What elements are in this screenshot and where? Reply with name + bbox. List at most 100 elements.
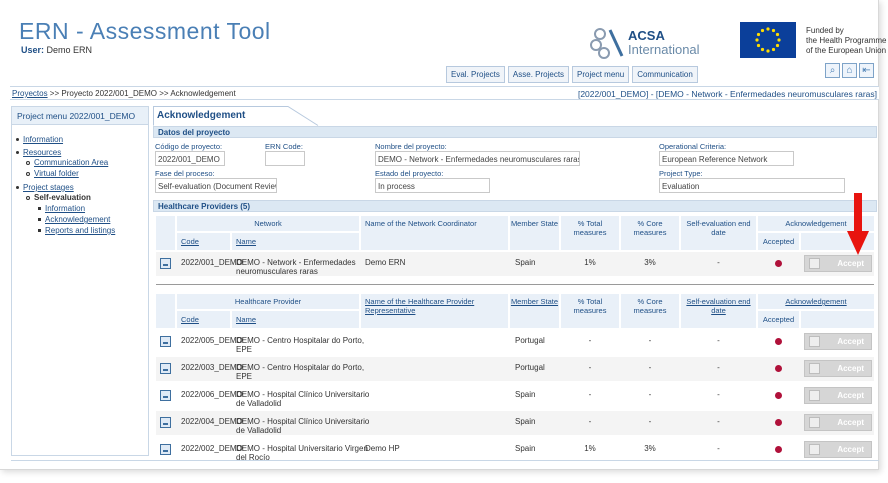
row-name-line: de Valladolid bbox=[236, 426, 282, 435]
accept-button[interactable]: Accept bbox=[804, 387, 872, 404]
search-icon[interactable]: ⌕ bbox=[825, 63, 840, 78]
document-icon[interactable] bbox=[160, 258, 171, 269]
row-name: DEMO - Hospital Clínico Universitario de … bbox=[236, 390, 369, 408]
end-date-header-label: Self-evaluation end date bbox=[686, 297, 751, 315]
logout-icon[interactable]: ⇤ bbox=[859, 63, 874, 78]
document-icon[interactable] bbox=[160, 417, 171, 428]
code-column-header[interactable]: Code bbox=[177, 311, 230, 328]
sidebar-item-self-evaluation: Self-evaluation bbox=[34, 193, 91, 202]
table-row: 2022/006_DEMO DEMO - Hospital Clínico Uni… bbox=[156, 384, 874, 408]
row-coordinator: Demo ERN bbox=[365, 258, 406, 267]
type-label: Project Type: bbox=[659, 169, 703, 178]
document-icon[interactable] bbox=[160, 363, 171, 374]
sidebar-item-reports[interactable]: Reports and listings bbox=[45, 226, 115, 235]
end-date-column-header[interactable]: Self-evaluation end date bbox=[681, 294, 756, 328]
row-end-date: - bbox=[717, 258, 720, 267]
sidebar-item-acknowledgement[interactable]: Acknowledgement bbox=[45, 215, 110, 224]
table-header-spacer bbox=[156, 216, 175, 250]
accept-label: Accept bbox=[837, 364, 864, 373]
row-end-date: - bbox=[717, 417, 720, 426]
row-code: 2022/001_DEMO bbox=[181, 258, 243, 267]
row-member-state: Portugal bbox=[515, 363, 545, 372]
user-label: User: bbox=[21, 45, 45, 55]
status-dot-icon bbox=[775, 419, 782, 426]
home-icon[interactable]: ⌂ bbox=[842, 63, 857, 78]
sidebar-item-communication-area[interactable]: Communication Area bbox=[34, 158, 108, 167]
sidebar-item-sub-information[interactable]: Information bbox=[45, 204, 85, 213]
row-core-measures: - bbox=[648, 336, 652, 345]
row-core-measures: 3% bbox=[644, 444, 656, 453]
accept-button[interactable]: Accept bbox=[804, 441, 872, 458]
footer-divider bbox=[11, 460, 879, 461]
funded-line: the Health Programme bbox=[806, 36, 887, 45]
breadcrumb-bar: Proyectos >> Proyecto 2022/001_DEMO >> A… bbox=[10, 86, 879, 100]
sidebar-item-information[interactable]: Information bbox=[23, 135, 63, 144]
bullet-icon bbox=[38, 229, 41, 233]
tab-acknowledgement[interactable]: Acknowledgement bbox=[153, 106, 323, 126]
member-state-column-header[interactable]: Member State bbox=[510, 294, 559, 328]
code-column-header[interactable]: Code bbox=[177, 233, 230, 250]
criteria-field: European Reference Network bbox=[659, 151, 794, 166]
accept-checkbox[interactable] bbox=[809, 417, 820, 428]
accept-checkbox[interactable] bbox=[809, 444, 820, 455]
row-end-date: - bbox=[717, 363, 720, 372]
row-name: DEMO - Network - Enfermedades neuromuscul… bbox=[236, 258, 356, 276]
code-header-label: Code bbox=[181, 315, 199, 324]
providers-section-header: Healthcare Providers (5) bbox=[153, 200, 877, 212]
end-date-column-header: Self-evaluation end date bbox=[681, 216, 756, 250]
acsa-logo: ACSA International bbox=[586, 26, 714, 60]
state-label: Estado del proyecto: bbox=[375, 169, 444, 178]
accept-button[interactable]: Accept bbox=[804, 414, 872, 431]
document-icon[interactable] bbox=[160, 444, 171, 455]
sidebar-item-project-stages[interactable]: Project stages bbox=[23, 183, 74, 192]
sidebar-item-virtual-folder[interactable]: Virtual folder bbox=[34, 169, 79, 178]
representative-column-header[interactable]: Name of the Healthcare Provider Represen… bbox=[361, 294, 508, 328]
name-column-header[interactable]: Name bbox=[232, 233, 359, 250]
row-name-line: EPE bbox=[236, 345, 253, 354]
document-icon[interactable] bbox=[160, 336, 171, 347]
type-field: Evaluation bbox=[659, 178, 845, 193]
accept-checkbox[interactable] bbox=[809, 336, 820, 347]
name-column-header[interactable]: Name bbox=[232, 311, 359, 328]
accept-button[interactable]: Accept bbox=[804, 360, 872, 377]
accept-button[interactable]: Accept bbox=[804, 255, 872, 272]
bullet-icon bbox=[26, 195, 30, 200]
nav-eval-projects-button[interactable]: Eval. Projects bbox=[446, 66, 505, 83]
row-name-line: DEMO - Network - Enfermedades bbox=[236, 258, 356, 267]
app-title: ERN - Assessment Tool bbox=[19, 18, 271, 44]
name-header-label: Name bbox=[236, 315, 257, 324]
bullet-icon bbox=[38, 207, 41, 211]
project-context: [2022/001_DEMO] - [DEMO - Network - Enfe… bbox=[577, 89, 877, 99]
row-name-line: DEMO - Centro Hospitalar do Porto, bbox=[236, 363, 365, 372]
row-name-line: DEMO - Hospital Clínico Universitario bbox=[236, 390, 370, 399]
row-code: 2022/004_DEMO bbox=[181, 417, 243, 426]
nav-communication-button[interactable]: Communication bbox=[632, 66, 698, 83]
row-core-measures: - bbox=[648, 417, 652, 426]
row-code: 2022/006_DEMO bbox=[181, 390, 243, 399]
coordinator-column-header: Name of the Network Coordinator bbox=[361, 216, 508, 250]
accept-checkbox[interactable] bbox=[809, 390, 820, 401]
acsa-mark-icon bbox=[586, 26, 626, 60]
nav-project-menu-button[interactable]: Project menu bbox=[572, 66, 630, 83]
row-total-measures: - bbox=[588, 390, 592, 399]
ern-code-label: ERN Code: bbox=[265, 142, 303, 151]
accept-label: Accept bbox=[837, 391, 864, 400]
table-row: 2022/005_DEMO DEMO - Centro Hospitalar do… bbox=[156, 330, 874, 354]
total-measures-column-header: % Total measures bbox=[561, 294, 619, 328]
bullet-icon bbox=[16, 151, 19, 155]
document-icon[interactable] bbox=[160, 390, 171, 401]
status-dot-icon bbox=[775, 392, 782, 399]
row-code: 2022/005_DEMO bbox=[181, 336, 243, 345]
accept-checkbox[interactable] bbox=[809, 258, 820, 269]
breadcrumb-projects-link[interactable]: Proyectos bbox=[12, 89, 48, 98]
top-navigation: Eval. Projects Asse. Projects Project me… bbox=[446, 66, 698, 83]
status-dot-icon bbox=[775, 365, 782, 372]
acknowledgement-column-header[interactable]: Acknowledgement bbox=[758, 294, 874, 309]
sidebar-item-resources[interactable]: Resources bbox=[23, 148, 61, 157]
accept-checkbox[interactable] bbox=[809, 363, 820, 374]
accept-button[interactable]: Accept bbox=[804, 333, 872, 350]
nav-asse-projects-button[interactable]: Asse. Projects bbox=[507, 66, 570, 83]
row-name-line: DEMO - Hospital Clínico Universitario bbox=[236, 417, 370, 426]
project-name-label: Nombre del proyecto: bbox=[375, 142, 447, 151]
row-name-line: DEMO - Hospital Universitario Virgen bbox=[236, 444, 368, 453]
